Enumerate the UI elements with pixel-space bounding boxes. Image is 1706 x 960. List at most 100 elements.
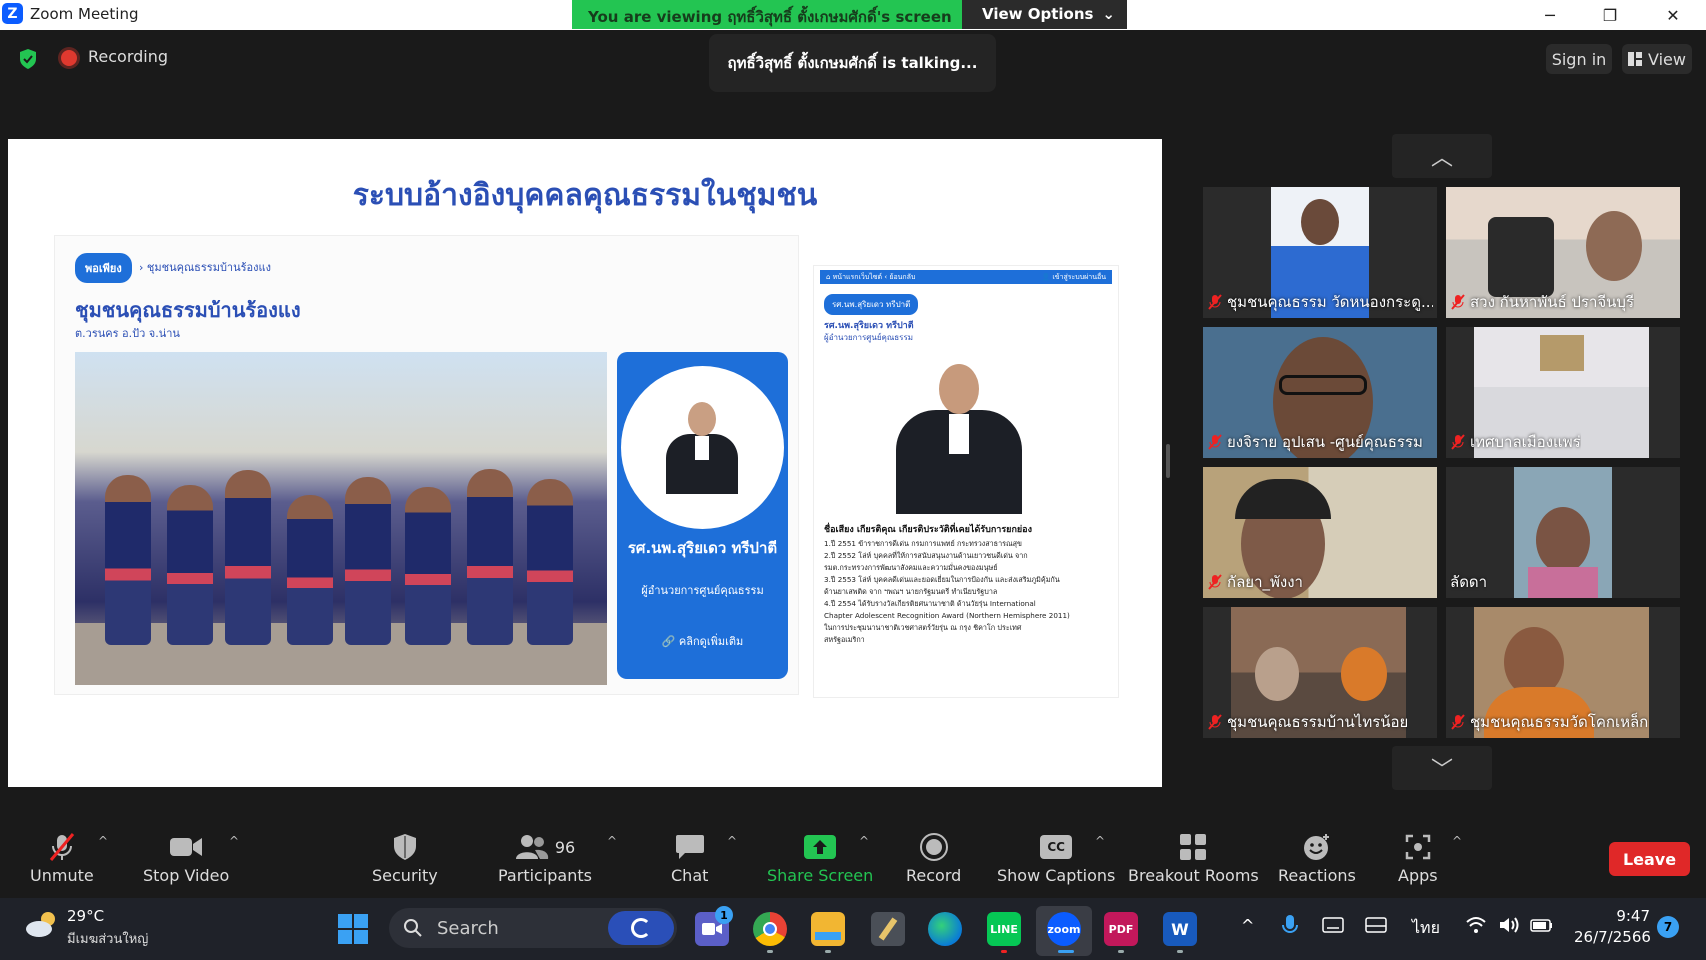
apps-options-caret[interactable]: ^ bbox=[1452, 834, 1462, 848]
gallery-page-up-button[interactable]: ︿ bbox=[1392, 134, 1492, 178]
muted-mic-icon bbox=[1451, 294, 1465, 310]
pdf-app-icon[interactable]: PDF bbox=[1104, 912, 1138, 946]
participant-label: กัลยา_พังงา bbox=[1207, 570, 1303, 594]
participant-tile[interactable]: ชุมชนคุณธรรมบ้านไทรน้อย bbox=[1203, 607, 1437, 738]
gallery-page-down-button[interactable]: ﹀ bbox=[1392, 746, 1492, 790]
profile-name: รศ.นพ.สุริยเดว ทรีปาตี bbox=[627, 539, 778, 557]
bing-chat-icon[interactable] bbox=[608, 911, 674, 945]
participant-tile[interactable]: ยงจิราย อุปเสน -ศูนย์คุณธรรม bbox=[1203, 327, 1437, 458]
view-button[interactable]: View bbox=[1622, 44, 1692, 74]
detail-nav-bar: ⌂ หน้าแรกเว็บไซต์ ‹ ย้อนกลับ 👤 เข้าสู่ระ… bbox=[820, 270, 1112, 284]
honors-line: สหรัฐอเมริกา bbox=[824, 635, 865, 644]
security-button[interactable]: Security bbox=[372, 832, 438, 885]
display-icon[interactable] bbox=[1365, 917, 1387, 933]
muted-mic-icon bbox=[1208, 714, 1222, 730]
breakout-rooms-button[interactable]: Breakout Rooms bbox=[1128, 832, 1259, 885]
participant-label: ชุมชนคุณธรรมวัดโคกเหล็ก bbox=[1450, 710, 1648, 734]
file-explorer-icon[interactable] bbox=[811, 912, 845, 946]
profile-card: รศ.นพ.สุริยเดว ทรีปาตี ผู้อำนวยการศูนย์ค… bbox=[617, 352, 788, 679]
chat-options-caret[interactable]: ^ bbox=[727, 834, 737, 848]
restore-button[interactable]: ❐ bbox=[1580, 0, 1640, 30]
muted-mic-icon bbox=[1451, 434, 1465, 450]
participant-tile[interactable]: กัลยา_พังงา bbox=[1203, 467, 1437, 598]
detail-role: ผู้อำนวยการศูนย์คุณธรรม bbox=[824, 333, 914, 342]
running-indicator bbox=[1001, 950, 1007, 953]
share-screen-icon bbox=[804, 835, 837, 859]
participant-name: ลัดดา bbox=[1450, 573, 1488, 591]
muted-mic-icon bbox=[1451, 714, 1465, 730]
participants-options-caret[interactable]: ^ bbox=[607, 834, 617, 848]
captions-options-caret[interactable]: ^ bbox=[1095, 834, 1105, 848]
participants-button[interactable]: 96 Participants bbox=[498, 832, 592, 885]
view-options-button[interactable]: View Options ⌄ bbox=[962, 0, 1127, 29]
apps-button[interactable]: Apps bbox=[1398, 832, 1438, 885]
edge-browser-icon[interactable] bbox=[928, 912, 962, 946]
close-button[interactable]: ✕ bbox=[1643, 0, 1703, 30]
weather-temperature[interactable]: 29°C bbox=[67, 907, 104, 925]
search-icon bbox=[404, 919, 422, 937]
audio-options-caret[interactable]: ^ bbox=[98, 834, 108, 848]
record-icon bbox=[919, 833, 948, 861]
minimize-button[interactable]: ─ bbox=[1520, 0, 1580, 30]
leave-button[interactable]: Leave bbox=[1609, 842, 1690, 876]
view-button-label: View bbox=[1648, 49, 1686, 69]
weather-description[interactable]: มีเมฆส่วนใหญ่ bbox=[67, 928, 148, 949]
meeting-toolbar: Unmute ^ Stop Video ^ Security 96 Partic… bbox=[0, 814, 1706, 898]
system-clock[interactable]: 9:47 26/7/2566 bbox=[1574, 906, 1651, 948]
window-title-bar: Z Zoom Meeting You are viewing ฤทธิ์วิสุ… bbox=[0, 0, 1706, 30]
detail-name: รศ.นพ.สุริยเดว ทรีปาตี bbox=[824, 321, 914, 331]
unmute-button[interactable]: Unmute bbox=[30, 832, 94, 885]
honors-line: 4.ปี 2554 ได้รับรางวัลเกียรติยศนานาชาติ … bbox=[824, 599, 1036, 608]
community-page-panel: พอเพียง › ชุมชนคุณธรรมบ้านร้องแง ชุมชนคุ… bbox=[54, 235, 799, 695]
participant-name: เทศบาลเมืองแพร่ bbox=[1470, 433, 1581, 451]
taskbar-search-box[interactable]: Search bbox=[389, 908, 677, 948]
honors-heading: ชื่อเสียง เกียรติคุณ เกียรติประวัติที่เค… bbox=[824, 525, 1032, 535]
participant-tile[interactable]: สวง กันหาพันธ์ ปราจีนบุรี bbox=[1446, 187, 1680, 318]
wifi-icon[interactable] bbox=[1466, 916, 1486, 934]
viewing-banner: You are viewing ฤทธิ์วิสุทธิ์ ตั้งเกษมศั… bbox=[572, 0, 1127, 29]
stop-video-label: Stop Video bbox=[143, 866, 230, 885]
volume-icon[interactable] bbox=[1498, 916, 1520, 934]
participant-tile[interactable]: ชุมชนคุณธรรมวัดโคกเหล็ก bbox=[1446, 607, 1680, 738]
clock-time: 9:47 bbox=[1616, 907, 1650, 925]
honors-line: ในการประชุมนานาชาติเวชศาสตร์วัยรุ่น ณ กร… bbox=[824, 623, 1022, 632]
participant-label: ชุมชนคุณธรรมบ้านไทรน้อย bbox=[1207, 710, 1408, 734]
video-options-caret[interactable]: ^ bbox=[229, 834, 239, 848]
word-app-icon[interactable]: W bbox=[1163, 912, 1197, 946]
line-app-icon[interactable]: LINE bbox=[987, 912, 1021, 946]
zoom-app-icon[interactable]: zoom bbox=[1047, 912, 1081, 946]
partly-cloudy-icon[interactable] bbox=[24, 910, 60, 938]
battery-icon[interactable] bbox=[1530, 916, 1554, 934]
running-indicator bbox=[1058, 950, 1074, 953]
notification-count-badge[interactable]: 7 bbox=[1657, 916, 1679, 938]
show-hidden-icons-chevron[interactable]: ^ bbox=[1241, 916, 1254, 935]
microphone-icon[interactable] bbox=[1282, 914, 1298, 938]
windows-start-button[interactable] bbox=[338, 914, 368, 944]
muted-mic-icon bbox=[1208, 294, 1222, 310]
security-shield-icon[interactable] bbox=[18, 48, 38, 70]
participant-tile[interactable]: ลัดดา bbox=[1446, 467, 1680, 598]
community-title: ชุมชนคุณธรรมบ้านร้องแง bbox=[75, 298, 301, 322]
keyboard-icon[interactable] bbox=[1322, 917, 1344, 933]
recording-label[interactable]: Recording bbox=[88, 47, 168, 66]
participants-label: Participants bbox=[498, 866, 592, 885]
chrome-app-icon[interactable] bbox=[753, 912, 787, 946]
pen-app-icon[interactable] bbox=[871, 912, 905, 946]
apps-icon bbox=[1405, 834, 1431, 860]
viewing-screen-message: You are viewing ฤทธิ์วิสุทธิ์ ตั้งเกษมศั… bbox=[572, 0, 962, 29]
record-button[interactable]: Record bbox=[906, 832, 961, 885]
reactions-button[interactable]: Reactions bbox=[1278, 832, 1356, 885]
panel-resize-handle[interactable] bbox=[1166, 444, 1170, 478]
participant-tile[interactable]: ชุมชนคุณธรรม วัดหนองกระดู... bbox=[1203, 187, 1437, 318]
share-options-caret[interactable]: ^ bbox=[859, 834, 869, 848]
participant-name: กัลยา_พังงา bbox=[1227, 573, 1303, 591]
shared-screen[interactable]: ระบบอ้างอิงบุคคลคุณธรรมในชุมชน พอเพียง ›… bbox=[8, 139, 1162, 787]
input-language[interactable]: ไทย bbox=[1412, 916, 1440, 941]
participant-tile[interactable]: เทศบาลเมืองแพร่ bbox=[1446, 327, 1680, 458]
share-screen-button[interactable]: Share Screen bbox=[767, 832, 873, 885]
chat-button[interactable]: Chat bbox=[671, 832, 708, 885]
participant-name: สวง กันหาพันธ์ ปราจีนบุรี bbox=[1470, 293, 1635, 311]
sign-in-button[interactable]: Sign in bbox=[1546, 44, 1612, 74]
stop-video-button[interactable]: Stop Video bbox=[143, 832, 229, 885]
honors-line: 1.ปี 2551 ข้าราชการดีเด่น กรมการแพทย์ กร… bbox=[824, 539, 1022, 548]
